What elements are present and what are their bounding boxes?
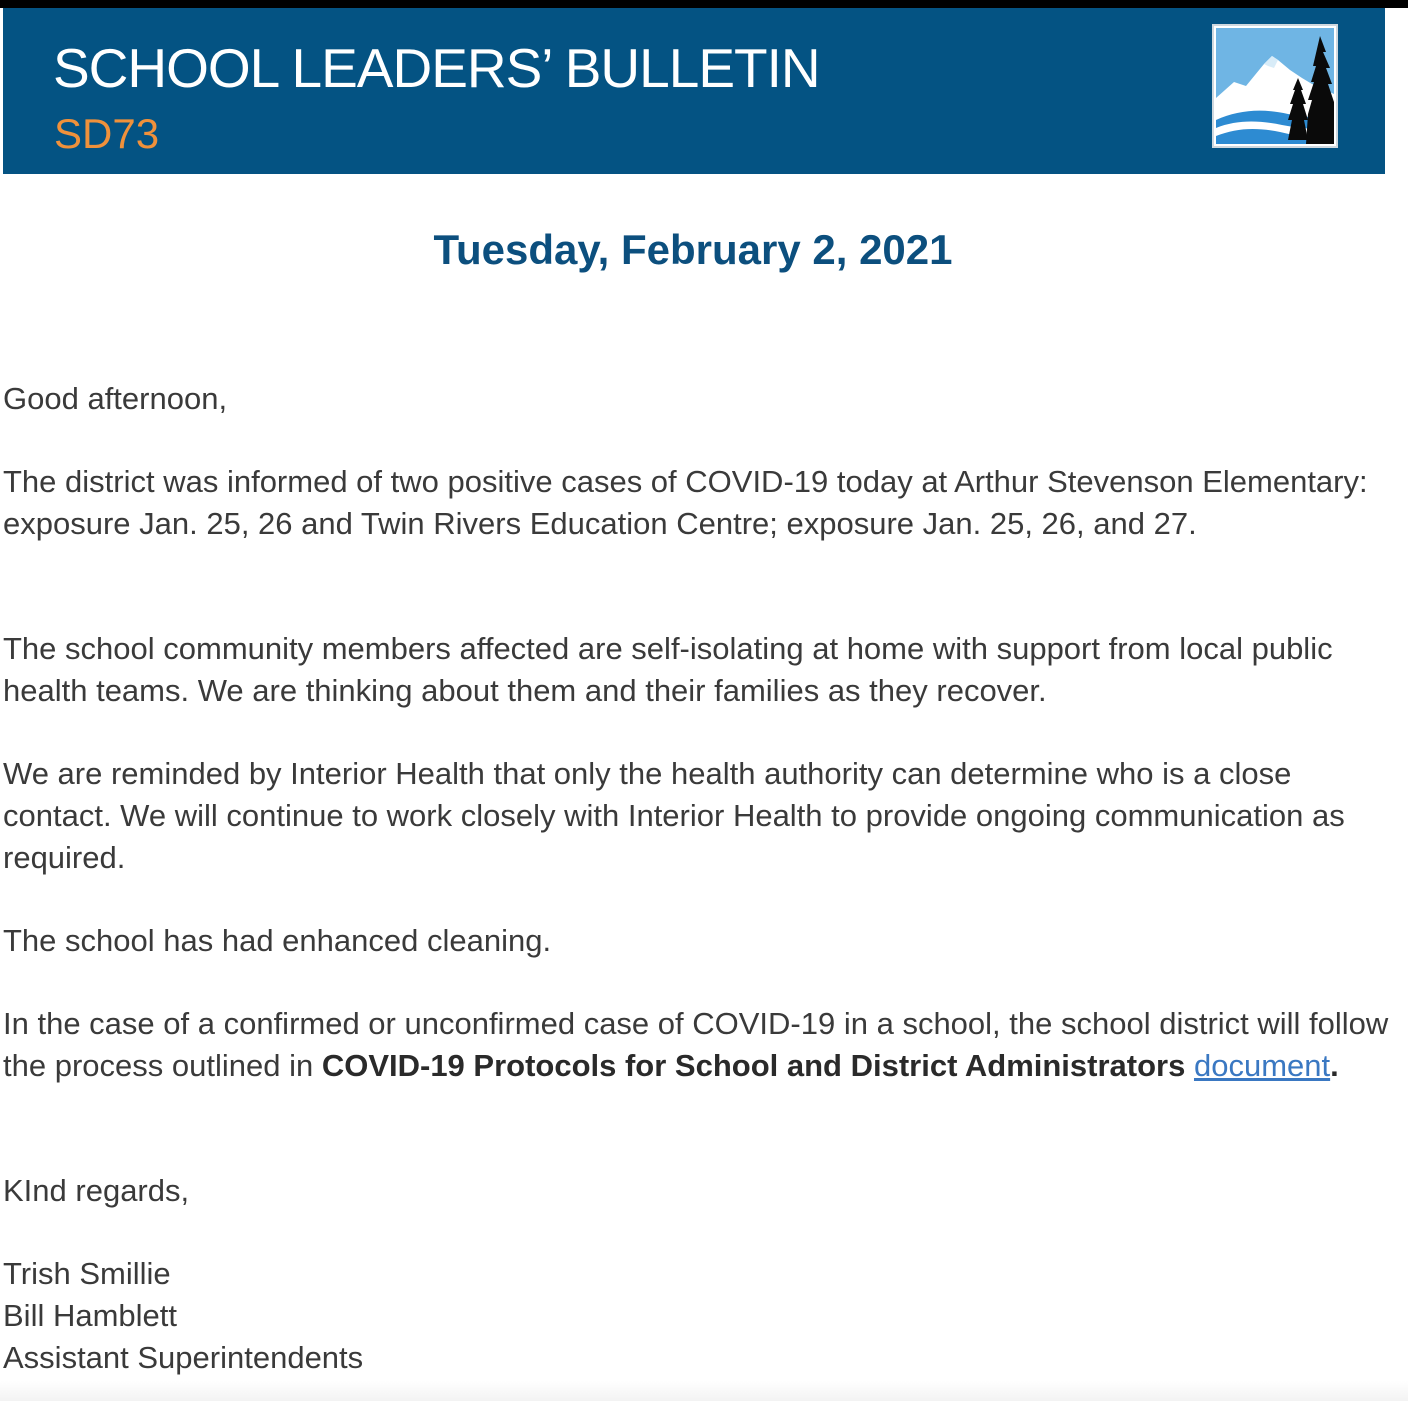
closing: KInd regards, bbox=[3, 1173, 190, 1208]
district-code: SD73 bbox=[54, 110, 160, 157]
paragraph-cleaning: The school has had enhanced cleaning. bbox=[3, 923, 552, 958]
bottom-edge bbox=[0, 1381, 1408, 1401]
bulletin-date: Tuesday, February 2, 2021 bbox=[433, 226, 953, 273]
bulletin-title: SCHOOL LEADERS’ BULLETIN bbox=[53, 37, 821, 99]
top-edge-bar bbox=[0, 0, 1408, 8]
signature-block: Trish Smillie Bill Hamblett Assistant Su… bbox=[3, 1253, 1398, 1379]
paragraph-self-isolating: The school community members affected ar… bbox=[3, 631, 1333, 708]
bulletin-banner: SCHOOL LEADERS’ BULLETIN SD73 bbox=[3, 8, 1385, 174]
protocols-document-link[interactable]: document bbox=[1194, 1048, 1330, 1083]
mountain-trees-logo-icon bbox=[1212, 24, 1338, 148]
signature-name-1: Trish Smillie bbox=[3, 1256, 171, 1291]
protocols-period: . bbox=[1330, 1048, 1339, 1083]
paragraph-protocols: In the case of a confirmed or unconfirme… bbox=[3, 1003, 1398, 1087]
paragraph-close-contact: We are reminded by Interior Health that … bbox=[3, 756, 1345, 875]
paragraph-cases: The district was informed of two positiv… bbox=[3, 464, 1368, 541]
protocols-document-title: COVID-19 Protocols for School and Distri… bbox=[321, 1048, 1186, 1083]
signature-name-2: Bill Hamblett bbox=[3, 1298, 177, 1333]
greeting: Good afternoon, bbox=[3, 381, 228, 416]
signature-role: Assistant Superintendents bbox=[3, 1340, 364, 1375]
